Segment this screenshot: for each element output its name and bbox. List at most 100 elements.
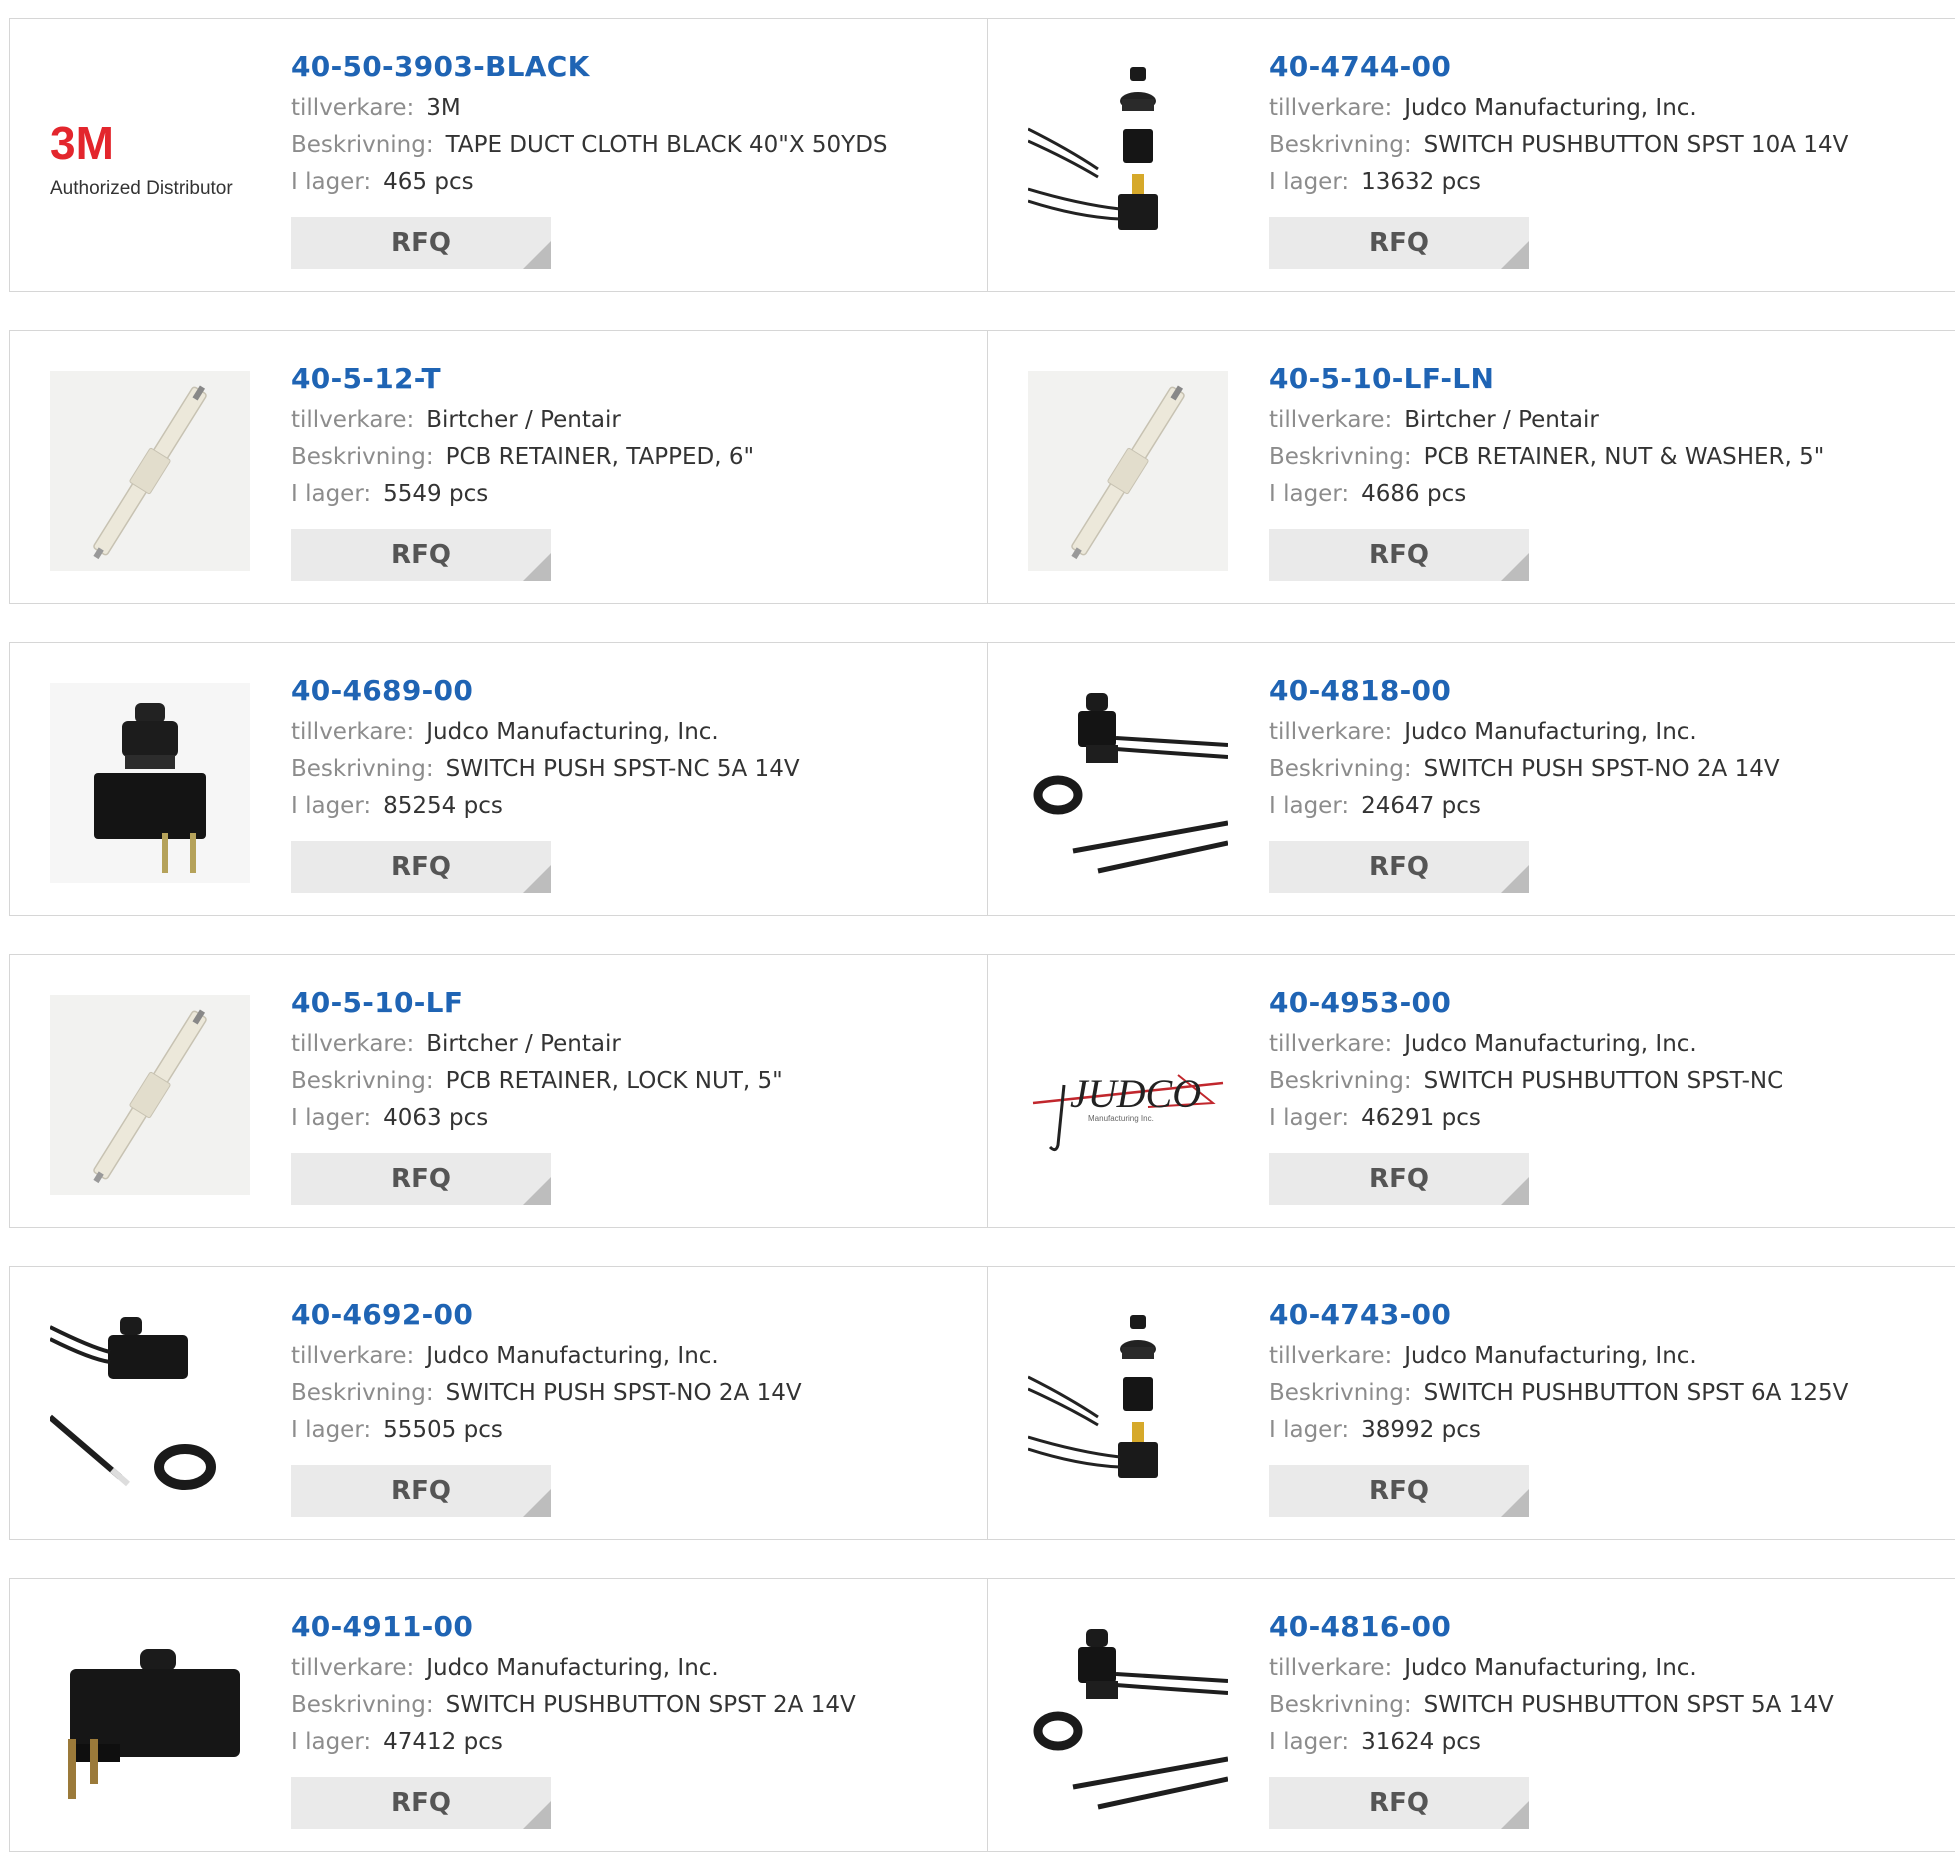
rfq-button[interactable]: RFQ bbox=[291, 529, 551, 581]
manufacturer-label: tillverkare: bbox=[291, 1655, 415, 1681]
rfq-button[interactable]: RFQ bbox=[291, 1777, 551, 1829]
stock-line: I lager: 38992 pcs bbox=[1269, 1412, 1946, 1449]
product-row: 40-5-12-T tillverkare: Birtcher / Pentair… bbox=[9, 330, 1955, 604]
description-value: SWITCH PUSHBUTTON SPST-NC bbox=[1423, 1068, 1784, 1094]
product-part-link[interactable]: 40-4744-00 bbox=[1269, 49, 1451, 85]
wired-switch-ring-icon[interactable] bbox=[50, 1307, 250, 1507]
stock-line: I lager: 465 pcs bbox=[291, 164, 977, 201]
manufacturer-line: tillverkare: Judco Manufacturing, Inc. bbox=[1269, 1338, 1946, 1375]
manufacturer-line: tillverkare: 3M bbox=[291, 90, 977, 127]
rfq-button[interactable]: RFQ bbox=[1269, 1465, 1529, 1517]
pushbutton-exploded-icon[interactable] bbox=[1028, 59, 1228, 259]
stock-line: I lager: 55505 pcs bbox=[291, 1412, 977, 1449]
description-label: Beskrivning: bbox=[291, 756, 434, 782]
description-value: PCB RETAINER, LOCK NUT, 5" bbox=[445, 1068, 783, 1094]
product-info: 40-4744-00 tillverkare: Judco Manufacturi… bbox=[1269, 49, 1946, 269]
description-value: PCB RETAINER, TAPPED, 6" bbox=[445, 444, 755, 470]
corner-triangle-icon bbox=[1501, 553, 1529, 581]
manufacturer-value: Judco Manufacturing, Inc. bbox=[426, 1655, 719, 1681]
manufacturer-value: Judco Manufacturing, Inc. bbox=[1404, 1031, 1697, 1057]
manufacturer-label: tillverkare: bbox=[291, 719, 415, 745]
description-label: Beskrivning: bbox=[291, 132, 434, 158]
description-label: Beskrivning: bbox=[1269, 756, 1412, 782]
description-label: Beskrivning: bbox=[1269, 1692, 1412, 1718]
stock-line: I lager: 46291 pcs bbox=[1269, 1100, 1946, 1137]
manufacturer-value: Judco Manufacturing, Inc. bbox=[1404, 1343, 1697, 1369]
stock-line: I lager: 4063 pcs bbox=[291, 1100, 977, 1137]
rfq-label: RFQ bbox=[391, 228, 451, 258]
product-card: 40-4816-00 tillverkare: Judco Manufacturi… bbox=[988, 1579, 1955, 1851]
panel-switch-icon[interactable] bbox=[50, 683, 250, 883]
stock-line: I lager: 47412 pcs bbox=[291, 1724, 977, 1761]
description-label: Beskrivning: bbox=[1269, 1068, 1412, 1094]
description-value: SWITCH PUSHBUTTON SPST 2A 14V bbox=[445, 1692, 856, 1718]
stock-value: 4063 pcs bbox=[383, 1105, 489, 1131]
manufacturer-line: tillverkare: Birtcher / Pentair bbox=[291, 1026, 977, 1063]
product-part-link[interactable]: 40-4953-00 bbox=[1269, 985, 1451, 1021]
rfq-label: RFQ bbox=[1369, 852, 1429, 882]
judco-logo-icon[interactable]: JUDCO Manufacturing Inc. bbox=[1028, 995, 1228, 1195]
rfq-button[interactable]: RFQ bbox=[291, 1153, 551, 1205]
rfq-button[interactable]: RFQ bbox=[291, 1465, 551, 1517]
product-card: JUDCO Manufacturing Inc. 40-4953-00 till… bbox=[988, 955, 1955, 1227]
stock-value: 46291 pcs bbox=[1361, 1105, 1481, 1131]
rfq-button[interactable]: RFQ bbox=[1269, 217, 1529, 269]
stock-value: 465 pcs bbox=[383, 169, 474, 195]
description-label: Beskrivning: bbox=[1269, 132, 1412, 158]
stock-label: I lager: bbox=[291, 481, 372, 507]
product-info: 40-5-10-LF tillverkare: Birtcher / Pentai… bbox=[291, 985, 977, 1205]
description-label: Beskrivning: bbox=[1269, 444, 1412, 470]
pcb-retainer-icon[interactable] bbox=[50, 995, 250, 1195]
description-value: SWITCH PUSH SPST-NO 2A 14V bbox=[1423, 756, 1780, 782]
product-info: 40-4692-00 tillverkare: Judco Manufacturi… bbox=[291, 1297, 977, 1517]
rfq-button[interactable]: RFQ bbox=[291, 217, 551, 269]
description-label: Beskrivning: bbox=[291, 1692, 434, 1718]
manufacturer-value: Judco Manufacturing, Inc. bbox=[1404, 1655, 1697, 1681]
manufacturer-label: tillverkare: bbox=[1269, 1031, 1393, 1057]
product-part-link[interactable]: 40-50-3903-BLACK bbox=[291, 49, 590, 85]
product-part-link[interactable]: 40-4816-00 bbox=[1269, 1609, 1451, 1645]
product-info: 40-4743-00 tillverkare: Judco Manufacturi… bbox=[1269, 1297, 1946, 1517]
judco-mark-text: JUDCO bbox=[1070, 1071, 1201, 1116]
description-line: Beskrivning: SWITCH PUSH SPST-NC 5A 14V bbox=[291, 751, 977, 788]
manufacturer-line: tillverkare: Judco Manufacturing, Inc. bbox=[1269, 1650, 1946, 1687]
product-part-link[interactable]: 40-5-10-LF bbox=[291, 985, 463, 1021]
rfq-button[interactable]: RFQ bbox=[291, 841, 551, 893]
product-part-link[interactable]: 40-4743-00 bbox=[1269, 1297, 1451, 1333]
stock-line: I lager: 5549 pcs bbox=[291, 476, 977, 513]
stock-value: 85254 pcs bbox=[383, 793, 503, 819]
wired-switch-icon[interactable] bbox=[1028, 683, 1228, 883]
manufacturer-line: tillverkare: Judco Manufacturing, Inc. bbox=[1269, 90, 1946, 127]
product-part-link[interactable]: 40-5-10-LF-LN bbox=[1269, 361, 1494, 397]
rfq-label: RFQ bbox=[391, 852, 451, 882]
product-card: 40-5-10-LF tillverkare: Birtcher / Pentai… bbox=[10, 955, 988, 1227]
stock-label: I lager: bbox=[1269, 793, 1350, 819]
3m-logo-icon[interactable]: 3M Authorized Distributor bbox=[50, 59, 250, 259]
rfq-button[interactable]: RFQ bbox=[1269, 529, 1529, 581]
product-part-link[interactable]: 40-4692-00 bbox=[291, 1297, 473, 1333]
corner-triangle-icon bbox=[523, 1801, 551, 1829]
pcb-retainer-icon[interactable] bbox=[50, 371, 250, 571]
rfq-button[interactable]: RFQ bbox=[1269, 1153, 1529, 1205]
product-part-link[interactable]: 40-4689-00 bbox=[291, 673, 473, 709]
product-part-link[interactable]: 40-4911-00 bbox=[291, 1609, 473, 1645]
stock-value: 47412 pcs bbox=[383, 1729, 503, 1755]
pcb-pushbutton-icon[interactable] bbox=[50, 1619, 250, 1819]
product-row: 40-4692-00 tillverkare: Judco Manufacturi… bbox=[9, 1266, 1955, 1540]
product-part-link[interactable]: 40-5-12-T bbox=[291, 361, 441, 397]
rfq-button[interactable]: RFQ bbox=[1269, 841, 1529, 893]
corner-triangle-icon bbox=[1501, 865, 1529, 893]
rfq-label: RFQ bbox=[391, 1788, 451, 1818]
stock-label: I lager: bbox=[291, 1417, 372, 1443]
wired-switch-icon[interactable] bbox=[1028, 1619, 1228, 1819]
product-part-link[interactable]: 40-4818-00 bbox=[1269, 673, 1451, 709]
product-info: 40-4818-00 tillverkare: Judco Manufacturi… bbox=[1269, 673, 1946, 893]
pcb-retainer-icon[interactable] bbox=[1028, 371, 1228, 571]
pushbutton-exploded-icon[interactable] bbox=[1028, 1307, 1228, 1507]
rfq-label: RFQ bbox=[391, 1164, 451, 1194]
description-value: SWITCH PUSHBUTTON SPST 6A 125V bbox=[1423, 1380, 1849, 1406]
product-card: 40-4743-00 tillverkare: Judco Manufacturi… bbox=[988, 1267, 1955, 1539]
rfq-button[interactable]: RFQ bbox=[1269, 1777, 1529, 1829]
description-line: Beskrivning: PCB RETAINER, NUT & WASHER, … bbox=[1269, 439, 1946, 476]
corner-triangle-icon bbox=[523, 1489, 551, 1517]
